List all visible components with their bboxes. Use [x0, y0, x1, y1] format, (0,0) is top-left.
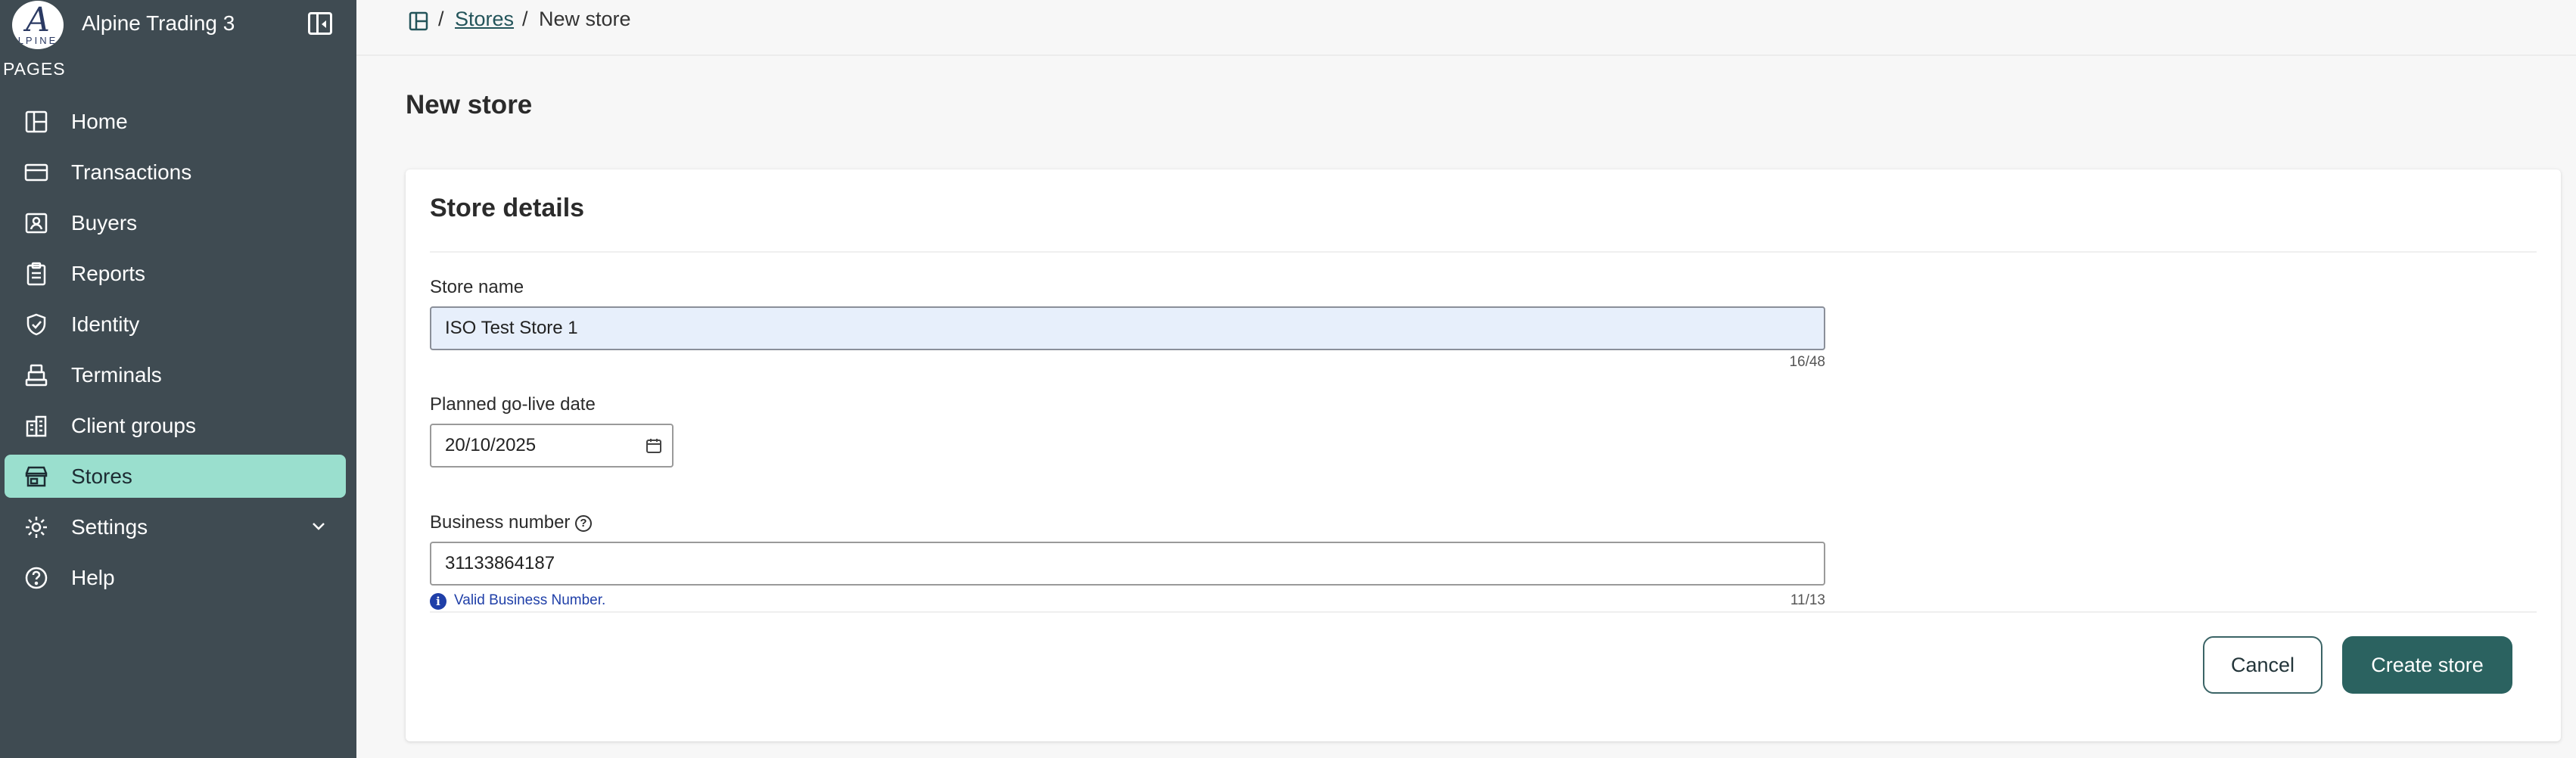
pages-section-label: PAGES: [3, 59, 66, 79]
help-circle-icon: [24, 566, 48, 590]
store-name-counter: 16/48: [1789, 354, 1825, 370]
collapse-sidebar-icon[interactable]: [308, 12, 332, 35]
divider: [430, 611, 2537, 613]
store-name-label: Store name: [430, 277, 524, 297]
go-live-date-label: Planned go-live date: [430, 394, 596, 415]
calendar-icon[interactable]: [645, 436, 663, 455]
clipboard-icon: [24, 262, 48, 286]
buyer-badge-icon: [24, 211, 48, 235]
sidebar-item-label: Client groups: [71, 414, 196, 437]
sidebar: A LPINE Alpine Trading 3 PAGES Home Tran…: [0, 0, 356, 758]
sidebar-item-label: Stores: [71, 464, 132, 488]
sidebar-item-label: Reports: [71, 262, 146, 285]
building-icon: [24, 414, 48, 438]
business-number-counter: 11/13: [1790, 592, 1825, 608]
gear-icon: [24, 515, 48, 539]
credit-card-icon: [24, 160, 48, 185]
divider: [430, 251, 2537, 253]
breadcrumb-home-icon[interactable]: [408, 11, 429, 32]
breadcrumb: / Stores / New store: [356, 0, 2576, 56]
shield-check-icon: [24, 312, 48, 337]
sidebar-item-label: Settings: [71, 515, 148, 539]
sidebar-item-reports[interactable]: Reports: [5, 252, 346, 295]
question-circle-icon[interactable]: ?: [575, 515, 592, 532]
business-number-input[interactable]: 31133864187: [430, 542, 1825, 586]
chevron-down-icon[interactable]: [308, 516, 329, 537]
sidebar-item-client-groups[interactable]: Client groups: [5, 404, 346, 447]
page-title: New store: [406, 90, 533, 120]
breadcrumb-separator: /: [522, 8, 528, 30]
home-icon: [24, 110, 48, 134]
sidebar-item-transactions[interactable]: Transactions: [5, 151, 346, 194]
store-icon: [24, 464, 48, 489]
store-name-input[interactable]: ISO Test Store 1: [430, 306, 1825, 350]
sidebar-item-label: Help: [71, 566, 115, 589]
breadcrumb-current: New store: [539, 8, 631, 30]
logo-letter: A: [26, 1, 50, 39]
sidebar-item-terminals[interactable]: Terminals: [5, 353, 346, 396]
logo-word: LPINE: [17, 35, 58, 46]
sidebar-item-stores[interactable]: Stores: [5, 455, 346, 498]
sidebar-item-label: Terminals: [71, 363, 162, 387]
business-number-hint: Valid Business Number.: [454, 592, 606, 608]
sidebar-item-settings[interactable]: Settings: [5, 505, 346, 548]
sidebar-item-identity[interactable]: Identity: [5, 303, 346, 346]
sidebar-item-label: Identity: [71, 312, 140, 336]
sidebar-item-label: Buyers: [71, 211, 138, 235]
organization-name[interactable]: Alpine Trading 3: [82, 9, 235, 38]
business-number-label: Business number: [430, 512, 571, 533]
section-title: Store details: [430, 194, 585, 222]
sidebar-item-home[interactable]: Home: [5, 100, 346, 143]
sidebar-nav: Home Transactions Buyers Reports Identit…: [0, 100, 356, 607]
breadcrumb-stores-link[interactable]: Stores: [455, 8, 514, 31]
sidebar-item-label: Home: [71, 110, 128, 133]
cancel-button[interactable]: Cancel: [2203, 636, 2322, 694]
company-logo[interactable]: A LPINE: [12, 1, 64, 49]
breadcrumb-separator: /: [438, 8, 444, 30]
go-live-date-input[interactable]: 20/10/2025: [430, 424, 674, 468]
terminal-icon: [24, 363, 48, 387]
store-details-card: Store details Store name ISO Test Store …: [406, 169, 2561, 741]
info-icon: i: [430, 593, 446, 610]
sidebar-item-help[interactable]: Help: [5, 556, 346, 599]
sidebar-item-buyers[interactable]: Buyers: [5, 201, 346, 244]
sidebar-item-label: Transactions: [71, 160, 192, 184]
brand-header: A LPINE Alpine Trading 3: [0, 0, 356, 50]
create-store-button[interactable]: Create store: [2342, 636, 2512, 694]
